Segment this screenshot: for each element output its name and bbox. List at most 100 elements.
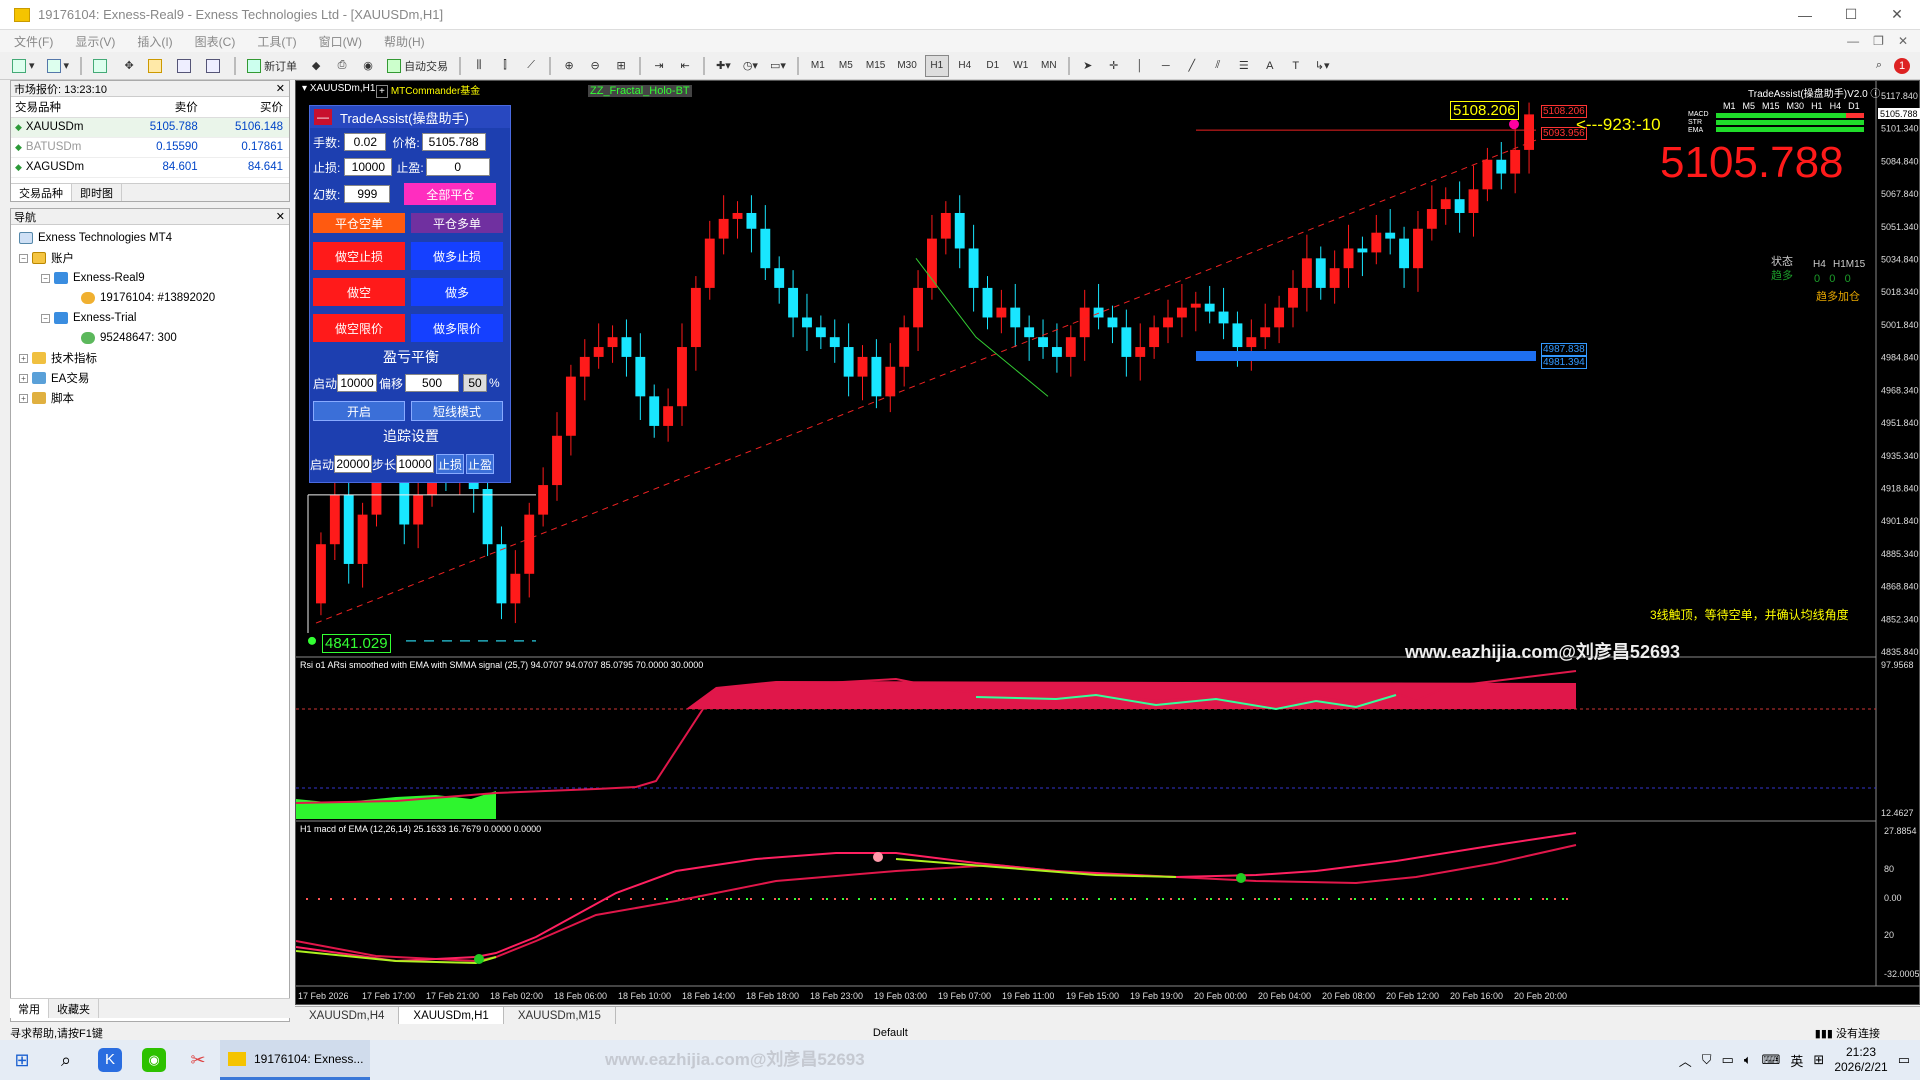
candle-chart-icon[interactable]: ⫿ [494,55,516,77]
collapse-icon[interactable]: − [41,313,50,323]
search-icon[interactable]: ⌕ [1868,55,1890,77]
menu-file[interactable]: 文件(F) [14,33,53,50]
close-icon[interactable]: ✕ [276,210,285,223]
wechat-icon[interactable]: ◉ [132,1040,176,1080]
vertical-line-icon[interactable]: │ [1129,55,1151,77]
trendline-icon[interactable]: ╱ [1181,55,1203,77]
ime-indicator[interactable]: 英 [1790,1051,1803,1070]
close-icon[interactable]: ✕ [276,82,285,95]
menu-window[interactable]: 窗口(W) [319,33,362,50]
table-row[interactable]: XAUUSDm5105.7885106.148 [11,117,289,138]
tool-app-icon[interactable]: ✂ [176,1040,220,1080]
tf-h4[interactable]: H4 [953,55,977,77]
short-limit-button[interactable]: 做空限价 [313,314,405,342]
tf-mn[interactable]: MN [1037,55,1061,77]
indicators-icon[interactable]: ✚▾ [712,55,735,77]
tab-chart-h1[interactable]: XAUUSDm,H1 [399,1007,504,1024]
long-limit-button[interactable]: 做多限价 [411,314,503,342]
nav-trial-account[interactable]: 95248647: 300 [81,329,177,347]
auto-trading-button[interactable]: 自动交易 [383,55,452,77]
price-input[interactable]: 5105.788 [421,133,486,151]
tf-m1[interactable]: M1 [806,55,830,77]
zoom-out-icon[interactable]: ⊖ [584,55,606,77]
nav-scripts[interactable]: + 脚本 [19,389,74,407]
short-button[interactable]: 做空 [313,278,405,306]
metaeditor-icon[interactable]: ◆ [305,55,327,77]
sl-input[interactable]: 10000 [344,158,393,176]
arrows-icon[interactable]: ↳▾ [1311,55,1334,77]
tab-favorites[interactable]: 收藏夹 [49,999,99,1018]
short-stop-button[interactable]: 做空止损 [313,242,405,270]
menu-tools[interactable]: 工具(T) [257,33,296,50]
new-order-button[interactable]: 新订单 [243,55,301,77]
tf-w1[interactable]: W1 [1009,55,1033,77]
breakeven-on-button[interactable]: 开启 [313,401,405,421]
horizontal-line-icon[interactable]: ─ [1155,55,1177,77]
search-icon[interactable]: ⌕ [44,1040,88,1080]
lots-input[interactable]: 0.02 [344,133,387,151]
profiles-icon[interactable]: ▾ [43,55,74,77]
tf-m30[interactable]: M30 [893,55,920,77]
long-button[interactable]: 做多 [411,278,503,306]
tf-h1[interactable]: H1 [924,54,949,77]
period-icon[interactable]: ◷▾ [739,55,762,77]
chart-shift-icon[interactable]: ⇤ [674,55,696,77]
mdi-minimize-icon[interactable]: — [1847,34,1859,48]
bar-chart-icon[interactable]: ⫼ [468,55,490,77]
text-label-icon[interactable]: T [1285,55,1307,77]
k-app-icon[interactable]: K [88,1040,132,1080]
menu-chart[interactable]: 图表(C) [195,33,236,50]
step-input[interactable]: 10000 [396,455,435,473]
tf-d1[interactable]: D1 [981,55,1005,77]
minimize-button[interactable]: — [314,109,332,125]
long-stop-button[interactable]: 做多止损 [411,242,503,270]
volume-icon[interactable]: 🔈︎ [1744,1052,1752,1068]
expand-icon[interactable]: + [19,373,28,383]
magic-input[interactable]: 999 [344,185,391,203]
channel-icon[interactable]: ⫽ [1207,55,1229,77]
network-icon[interactable]: ▭ [1722,1052,1734,1068]
data-window-icon[interactable]: ✥ [118,55,140,77]
crosshair-icon[interactable]: ✛ [1103,55,1125,77]
taskbar-mt4-app[interactable]: 19176104: Exness... [220,1040,370,1080]
start-icon[interactable]: ⊞ [0,1040,44,1080]
expand-icon[interactable]: + [19,353,28,363]
keyboard-icon[interactable]: ⌨ [1762,1052,1781,1068]
collapse-icon[interactable]: − [41,273,50,283]
tp-input[interactable]: 0 [425,158,490,176]
sound-icon[interactable]: ◉ [357,55,379,77]
nav-real-server[interactable]: − Exness-Real9 [41,269,145,287]
tab-chart-m15[interactable]: XAUUSDm,M15 [504,1007,616,1024]
table-row[interactable]: BATUSDm0.155900.17861 [11,137,289,158]
cursor-icon[interactable]: ➤ [1077,55,1099,77]
nav-root[interactable]: Exness Technologies MT4 [19,229,172,247]
tf-m15[interactable]: M15 [862,55,889,77]
short-mode-button[interactable]: 短线模式 [411,401,503,421]
nav-trial-server[interactable]: − Exness-Trial [41,309,136,327]
navigator-icon[interactable] [144,55,169,77]
expand-icon[interactable]: + [376,85,388,98]
chart-canvas[interactable]: 97.9568 12.4627 27.8854 80 0.00 20 -32.0005 5… [296,81,1920,1006]
close-all-button[interactable]: 全部平仓 [404,183,497,205]
nav-accounts[interactable]: − 账户 [19,249,74,267]
percent-input[interactable]: 50 [463,374,488,392]
minimize-button[interactable]: — [1782,0,1828,30]
shield-icon[interactable]: ⛉ [1702,1052,1712,1068]
templates-icon[interactable]: ▭▾ [766,55,790,77]
tab-chart-h4[interactable]: XAUUSDm,H4 [295,1007,400,1024]
clock[interactable]: 21:23 2026/2/21 [1834,1045,1887,1075]
market-watch-icon[interactable] [89,55,114,77]
nav-real-account[interactable]: 19176104: #13892020 [81,289,215,307]
menu-help[interactable]: 帮助(H) [384,33,425,50]
zoom-in-icon[interactable]: ⊕ [558,55,580,77]
menu-insert[interactable]: 插入(I) [137,33,172,50]
new-chart-icon[interactable]: ▾ [8,55,39,77]
text-icon[interactable]: A [1259,55,1281,77]
line-chart-icon[interactable]: ⟋ [520,55,542,77]
tab-symbols[interactable]: 交易品种 [11,184,72,201]
chart-window[interactable]: 97.9568 12.4627 27.8854 80 0.00 20 -32.0005 5… [295,80,1920,1005]
tab-common[interactable]: 常用 [10,999,49,1018]
tray-chevron-icon[interactable]: ︿ [1679,1051,1692,1070]
notification-icon[interactable]: 1 [1894,57,1910,74]
fibonacci-icon[interactable]: ☰ [1233,55,1255,77]
